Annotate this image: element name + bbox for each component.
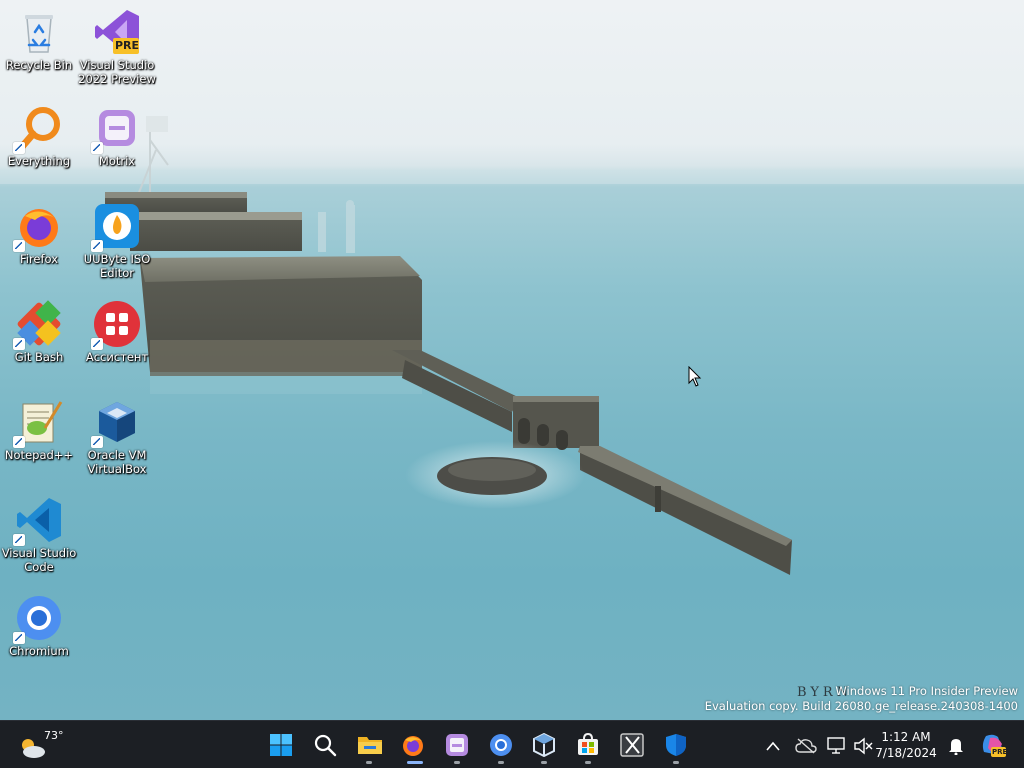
desktop-icon-label: Recycle Bin <box>5 58 73 72</box>
desktop-icon-label: Ассистент <box>85 350 149 364</box>
recycle-bin-icon <box>15 8 63 56</box>
watermark-build: Evaluation copy. Build 26080.ge_release.… <box>704 699 1018 713</box>
everything-search-icon <box>13 104 63 154</box>
windows-evaluation-watermark: Windows 11 Pro Insider Preview Evaluatio… <box>705 684 1018 714</box>
shortcut-arrow-icon <box>13 632 25 644</box>
file-explorer-icon <box>358 737 382 754</box>
clock-date: 7/18/2024 <box>875 746 937 760</box>
search-button[interactable] <box>305 725 345 765</box>
motrix-icon <box>446 734 468 756</box>
shortcut-arrow-icon <box>13 240 25 252</box>
desktop-icon-label: Firefox <box>19 252 59 266</box>
taskbar-file-explorer[interactable] <box>349 725 389 765</box>
taskbar-snipping-tool[interactable] <box>612 725 652 765</box>
desktop-icon-label: Motrix <box>98 154 136 168</box>
desktop-icon-recycle-bin[interactable]: Recycle Bin <box>0 8 78 72</box>
virtualbox-icon <box>533 733 555 757</box>
start-button[interactable] <box>261 725 301 765</box>
running-indicator <box>585 761 591 764</box>
running-indicator <box>541 761 547 764</box>
onedrive-off-icon[interactable] <box>795 738 817 754</box>
desktop-icon-label: Git Bash <box>14 350 64 364</box>
firefox-icon <box>403 736 423 756</box>
store-icon <box>578 733 598 755</box>
taskbar-virtualbox[interactable] <box>524 725 564 765</box>
shortcut-arrow-icon <box>91 142 103 154</box>
taskbar-clock[interactable]: 1:12 AM 7/18/2024 <box>872 729 940 761</box>
desktop-icon-chromium[interactable]: Chromium <box>0 594 78 658</box>
desktop-icon-notepad-plus-plus[interactable]: Notepad++ <box>0 398 78 462</box>
desktop-icon-uubyte-iso-editor[interactable]: UUByte ISO Editor <box>78 202 156 280</box>
desktop-icon-visual-studio-preview[interactable]: PRE Visual Studio 2022 Preview <box>78 8 156 86</box>
shield-icon <box>666 734 686 756</box>
mouse-cursor <box>688 366 702 387</box>
shortcut-arrow-icon <box>13 338 25 350</box>
weather-widget[interactable]: 73° <box>14 727 64 763</box>
notepad-plus-plus-icon <box>13 398 63 448</box>
running-indicator <box>366 761 372 764</box>
weather-cloudy-icon <box>22 739 45 758</box>
desktop-icon-motrix[interactable]: Motrix <box>78 104 156 168</box>
desktop-icon-label: Chromium <box>9 644 69 658</box>
taskbar-windows-security[interactable] <box>656 725 696 765</box>
running-indicator <box>498 761 504 764</box>
shortcut-arrow-icon <box>91 240 103 252</box>
weather-temperature: 73° <box>44 729 64 742</box>
running-indicator <box>454 761 460 764</box>
copilot-preview-badge: PRE <box>992 748 1008 756</box>
desktop-icon-virtualbox[interactable]: Oracle VM VirtualBox <box>78 398 156 476</box>
taskbar-firefox[interactable] <box>393 725 433 765</box>
watermark-edition: Windows 11 Pro Insider Preview <box>835 684 1018 698</box>
shortcut-arrow-icon <box>91 338 103 350</box>
shortcut-arrow-icon <box>13 534 25 546</box>
desktop-icon-label: UUByte ISO Editor <box>83 252 151 280</box>
shortcut-arrow-icon <box>13 142 25 154</box>
desktop-icon-label: Oracle VM VirtualBox <box>87 448 147 476</box>
motrix-icon <box>91 104 141 154</box>
desktop-icon-label: Visual Studio Code <box>1 546 77 574</box>
running-indicator <box>673 761 679 764</box>
vscode-icon <box>13 496 63 546</box>
chromium-icon <box>490 734 512 756</box>
taskbar-microsoft-store[interactable] <box>568 725 608 765</box>
desktop-icon-vscode[interactable]: Visual Studio Code <box>0 496 78 574</box>
desktop-icon-everything[interactable]: Everything <box>0 104 78 168</box>
snipping-tool-icon <box>620 733 644 757</box>
desktop-icon-label: Everything <box>7 154 71 168</box>
taskbar: 73° 1:12 AM 7/18/2024 PRE <box>0 720 1024 768</box>
notification-bell-icon[interactable] <box>948 737 964 755</box>
desktop-icon-git-bash[interactable]: Git Bash <box>0 300 78 364</box>
shortcut-arrow-icon <box>91 436 103 448</box>
volume-muted-icon[interactable] <box>853 737 873 755</box>
shortcut-arrow-icon <box>13 436 25 448</box>
desktop-icon-assistant[interactable]: Ассистент <box>78 300 156 364</box>
uubyte-iso-editor-icon <box>91 202 141 252</box>
virtualbox-icon <box>91 398 141 448</box>
chromium-icon <box>13 594 63 644</box>
taskbar-motrix[interactable] <box>437 725 477 765</box>
desktop-icon-label: Notepad++ <box>4 448 74 462</box>
clock-time: 1:12 AM <box>881 730 931 744</box>
desktop-icon-firefox[interactable]: Firefox <box>0 202 78 266</box>
taskbar-chromium[interactable] <box>481 725 521 765</box>
firefox-icon <box>13 202 63 252</box>
chevron-up-icon[interactable] <box>766 741 780 751</box>
preview-badge: PRE <box>115 39 140 52</box>
git-bash-icon <box>13 300 63 350</box>
windows-start-icon <box>270 734 292 756</box>
search-icon <box>314 734 337 757</box>
assistant-icon <box>91 300 141 350</box>
network-icon[interactable] <box>827 737 847 755</box>
running-indicator-active <box>407 761 423 764</box>
visual-studio-preview-icon: PRE <box>93 8 141 56</box>
desktop-icon-label: Visual Studio 2022 Preview <box>78 58 156 86</box>
copilot-button[interactable]: PRE <box>980 732 1008 758</box>
